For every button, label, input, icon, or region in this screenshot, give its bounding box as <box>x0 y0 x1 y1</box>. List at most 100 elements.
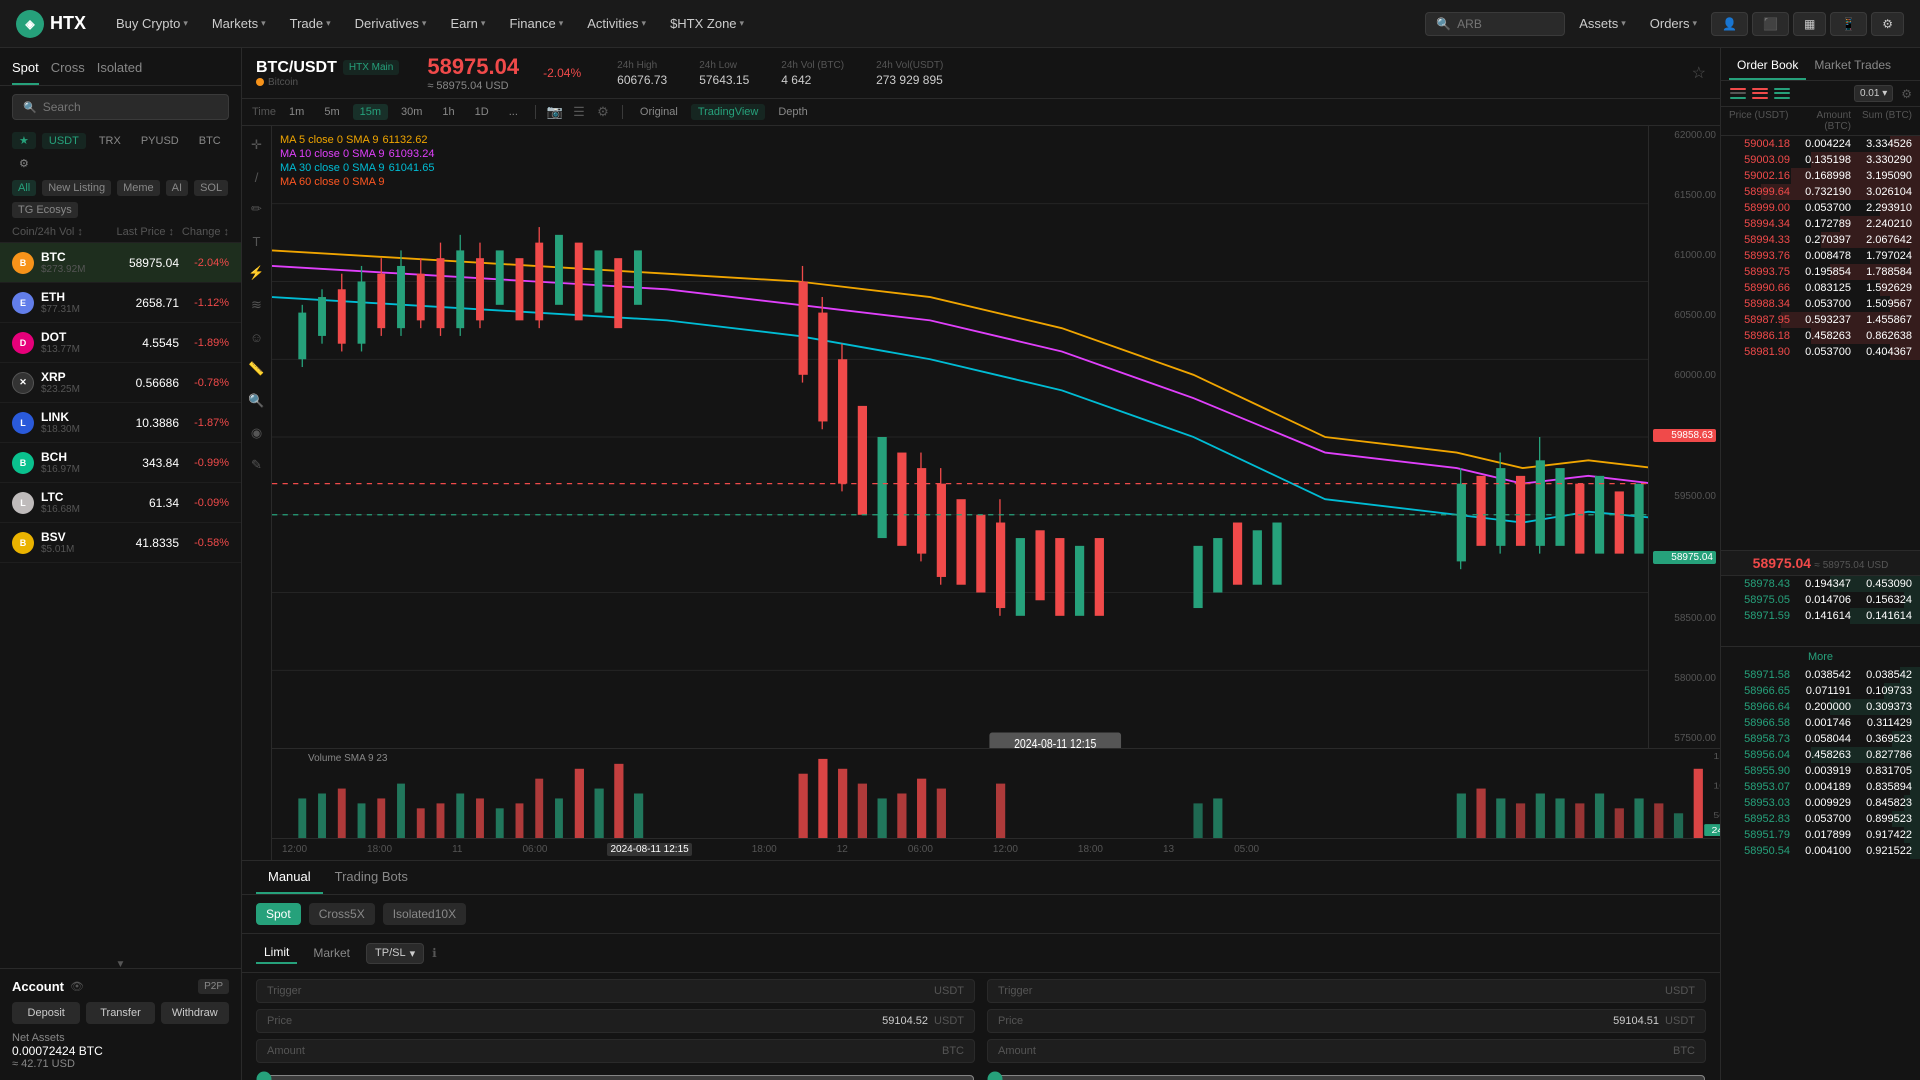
eye-icon[interactable]: 👁 <box>70 980 84 993</box>
sidebar-filter-pyusd[interactable]: PYUSD <box>134 133 186 149</box>
fibonacci-tool[interactable]: ≋ <box>246 294 268 316</box>
nav-earn[interactable]: Earn ▾ <box>440 10 495 37</box>
buy-range-input[interactable] <box>256 1071 975 1080</box>
view-depth[interactable]: Depth <box>771 104 814 120</box>
buy-slider[interactable] <box>256 1069 975 1080</box>
tab-cross[interactable]: Cross <box>51 56 85 85</box>
sell-amount-input[interactable]: Amount BTC <box>987 1039 1706 1063</box>
sidebar-filter-btc[interactable]: BTC <box>192 133 228 149</box>
ob-view-both[interactable] <box>1729 87 1747 101</box>
nav-htx-zone[interactable]: $HTX Zone ▾ <box>660 10 754 37</box>
p2p-badge[interactable]: P2P <box>198 979 229 994</box>
bid-row[interactable]: 58971.590.1416140.141614 <box>1721 608 1920 624</box>
settings-icon[interactable]: ⚙ <box>1901 87 1912 101</box>
sell-slider[interactable] <box>987 1069 1706 1080</box>
tp-sl-select[interactable]: TP/SL ▾ <box>366 943 424 964</box>
bid-row[interactable]: 58971.580.0385420.038542 <box>1721 667 1920 683</box>
time-1d[interactable]: 1D <box>468 104 496 120</box>
nav-layout[interactable]: ▦ <box>1793 12 1826 36</box>
bid-row[interactable]: 58950.540.0041000.921522 <box>1721 843 1920 859</box>
bid-row[interactable]: 58953.070.0041890.835894 <box>1721 779 1920 795</box>
sidebar-cat-tg[interactable]: TG Ecosys <box>12 202 78 218</box>
sell-range-input[interactable] <box>987 1071 1706 1080</box>
nav-toggle[interactable]: ⬛ <box>1752 12 1789 36</box>
ask-row[interactable]: 58999.640.7321903.026104 <box>1721 184 1920 200</box>
nav-derivatives[interactable]: Derivatives ▾ <box>345 10 437 37</box>
list-item[interactable]: B BTC $273.92M 58975.04 -2.04% <box>0 243 241 283</box>
buy-trigger-input[interactable]: Trigger USDT <box>256 979 975 1003</box>
nav-activities[interactable]: Activities ▾ <box>577 10 656 37</box>
pattern-tool[interactable]: ⚡ <box>246 262 268 284</box>
list-item[interactable]: B BCH $16.97M 343.84 -0.99% <box>0 443 241 483</box>
bid-row[interactable]: 58958.730.0580440.369523 <box>1721 731 1920 747</box>
time-15m[interactable]: 15m <box>353 104 388 120</box>
sidebar-scroll-arrow[interactable]: ▼ <box>0 960 241 968</box>
sell-trigger-input[interactable]: Trigger USDT <box>987 979 1706 1003</box>
emoji-tool[interactable]: ☺ <box>246 326 268 348</box>
ob-view-asks[interactable] <box>1751 87 1769 101</box>
ask-row[interactable]: 59002.160.1689983.195090 <box>1721 168 1920 184</box>
nav-assets[interactable]: Assets ▾ <box>1569 10 1636 37</box>
ask-row[interactable]: 58993.750.1958541.788584 <box>1721 264 1920 280</box>
nav-markets[interactable]: Markets ▾ <box>202 10 276 37</box>
time-30m[interactable]: 30m <box>394 104 429 120</box>
ask-row[interactable]: 59004.180.0042243.334526 <box>1721 136 1920 152</box>
list-item[interactable]: L LINK $18.30M 10.3886 -1.87% <box>0 403 241 443</box>
exchange-badge[interactable]: HTX Main <box>343 60 399 75</box>
search-input[interactable] <box>1457 17 1557 31</box>
info-icon[interactable]: ℹ <box>432 946 437 960</box>
ask-row[interactable]: 58988.340.0537001.509567 <box>1721 296 1920 312</box>
zoom-tool[interactable]: 🔍 <box>246 390 268 412</box>
deposit-button[interactable]: Deposit <box>12 1002 80 1024</box>
tab-spot[interactable]: Spot <box>12 56 39 85</box>
sidebar-filter-trx[interactable]: TRX <box>92 133 128 149</box>
order-type-market[interactable]: Market <box>305 943 358 963</box>
sidebar-cat-new-listing[interactable]: New Listing <box>42 180 111 196</box>
cursor-tool[interactable]: ✛ <box>246 134 268 156</box>
bid-row[interactable]: 58966.640.2000000.309373 <box>1721 699 1920 715</box>
nav-avatar[interactable]: 👤 <box>1711 12 1748 36</box>
list-item[interactable]: E ETH $77.31M 2658.71 -1.12% <box>0 283 241 323</box>
tab-order-book[interactable]: Order Book <box>1729 52 1806 80</box>
ask-row[interactable]: 58981.900.0537000.404367 <box>1721 344 1920 360</box>
tab-manual[interactable]: Manual <box>256 861 323 894</box>
ask-row[interactable]: 58999.000.0537002.293910 <box>1721 200 1920 216</box>
bid-row[interactable]: 58956.040.4582630.827786 <box>1721 747 1920 763</box>
buy-amount-input[interactable]: Amount BTC <box>256 1039 975 1063</box>
nav-buy-crypto[interactable]: Buy Crypto ▾ <box>106 10 198 37</box>
screenshot-icon[interactable]: 📷 <box>546 103 564 121</box>
list-item[interactable]: L LTC $16.68M 61.34 -0.09% <box>0 483 241 523</box>
list-icon[interactable]: ☰ <box>570 103 588 121</box>
sidebar-cat-meme[interactable]: Meme <box>117 180 160 196</box>
bid-row[interactable]: 58966.650.0711910.109733 <box>1721 683 1920 699</box>
bid-row[interactable]: 58955.900.0039190.831705 <box>1721 763 1920 779</box>
ask-row[interactable]: 58990.660.0831251.592629 <box>1721 280 1920 296</box>
bid-row[interactable]: 58966.580.0017460.311429 <box>1721 715 1920 731</box>
indicator-tool[interactable]: ◉ <box>246 422 268 444</box>
time-1h[interactable]: 1h <box>435 104 461 120</box>
ask-row[interactable]: 58987.950.5932371.455867 <box>1721 312 1920 328</box>
spot-tab-isolated[interactable]: Isolated10X <box>383 903 466 925</box>
view-tradingview[interactable]: TradingView <box>691 104 766 120</box>
time-1m[interactable]: 1m <box>282 104 311 120</box>
list-item[interactable]: B BSV $5.01M 41.8335 -0.58% <box>0 523 241 563</box>
transfer-button[interactable]: Transfer <box>86 1002 154 1024</box>
spot-tab-cross[interactable]: Cross5X <box>309 903 375 925</box>
sidebar-filter-usdt[interactable]: USDT <box>42 133 86 149</box>
ask-row[interactable]: 58994.330.2703972.067642 <box>1721 232 1920 248</box>
ask-row[interactable]: 58993.760.0084781.797024 <box>1721 248 1920 264</box>
withdraw-button[interactable]: Withdraw <box>161 1002 229 1024</box>
nav-trade[interactable]: Trade ▾ <box>280 10 341 37</box>
time-5m[interactable]: 5m <box>317 104 346 120</box>
nav-settings[interactable]: ⚙ <box>1871 12 1904 36</box>
sell-price-input[interactable]: Price 59104.51 USDT <box>987 1009 1706 1033</box>
nav-orders[interactable]: Orders ▾ <box>1640 10 1707 37</box>
draw-tool[interactable]: ✏ <box>246 198 268 220</box>
settings-icon[interactable]: ⚙ <box>594 103 612 121</box>
ask-row[interactable]: 58994.340.1727892.240210 <box>1721 216 1920 232</box>
list-item[interactable]: ✕ XRP $23.25M 0.56686 -0.78% <box>0 363 241 403</box>
buy-price-input[interactable]: Price 59104.52 USDT <box>256 1009 975 1033</box>
sidebar-filter-more[interactable]: ⚙ <box>12 155 36 172</box>
ask-row[interactable]: 58986.180.4582630.862638 <box>1721 328 1920 344</box>
bid-row[interactable]: 58951.790.0178990.917422 <box>1721 827 1920 843</box>
